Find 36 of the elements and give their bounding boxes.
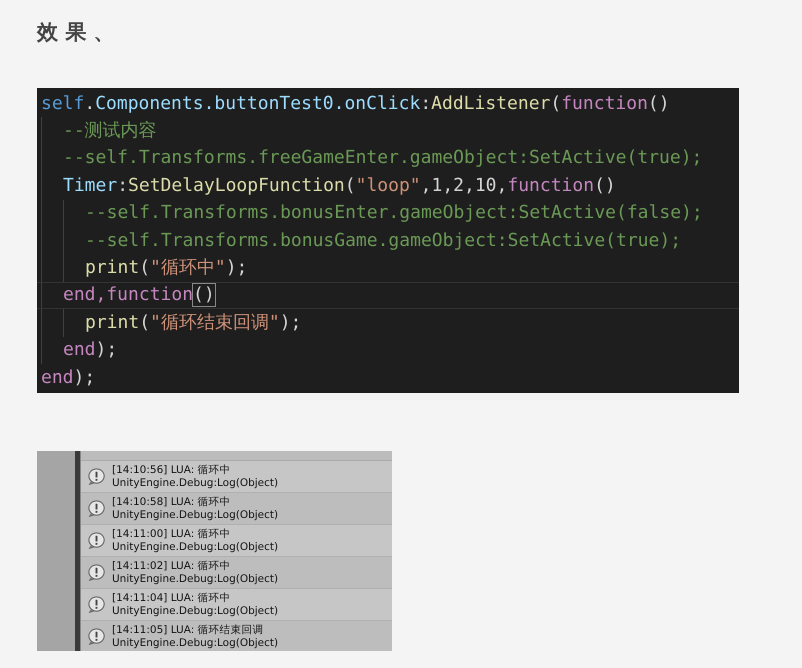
warning-icon bbox=[87, 499, 106, 518]
log-entry[interactable]: [14:10:56] LUA: 循环中 UnityEngine.Debug:Log(Object) bbox=[81, 461, 392, 494]
log-entry[interactable]: [14:10:58] LUA: 循环中 UnityEngine.Debug:Log(Object) bbox=[81, 493, 392, 526]
log-message: [14:11:05] LUA: 循环结束回调 bbox=[112, 624, 265, 637]
log-message: [14:10:58] LUA: 循环中 bbox=[112, 496, 232, 509]
log-trace: UnityEngine.Debug:Log(Object) bbox=[112, 540, 278, 554]
log-trace: UnityEngine.Debug:Log(Object) bbox=[112, 476, 278, 490]
code-line: Timer:SetDelayLoopFunction("loop",1,2,10,function() bbox=[63, 174, 616, 197]
log-trace: UnityEngine.Debug:Log(Object) bbox=[112, 604, 278, 618]
code-line: --self.Transforms.freeGameEnter.gameObject:SetActive(true); bbox=[63, 147, 702, 170]
log-trace: UnityEngine.Debug:Log(Object) bbox=[112, 572, 278, 586]
code-line: --self.Transforms.bonusGame.gameObject:SetActive(true); bbox=[85, 230, 682, 252]
log-entry[interactable]: [14:11:02] LUA: 循环中 UnityEngine.Debug:Log(Object) bbox=[81, 557, 392, 590]
section-heading: 效 果 、 bbox=[37, 19, 116, 46]
log-trace: UnityEngine.Debug:Log(Object) bbox=[112, 508, 278, 522]
warning-icon bbox=[87, 531, 106, 550]
code-line: end); bbox=[41, 366, 96, 389]
code-line: --self.Transforms.bonusEnter.gameObject:SetActive(false); bbox=[85, 202, 703, 224]
log-entry[interactable]: [14:11:04] LUA: 循环中 UnityEngine.Debug:Log(Object) bbox=[81, 589, 392, 622]
log-message: [14:11:00] LUA: 循环中 bbox=[112, 528, 232, 541]
log-message: [14:11:04] LUA: 循环中 bbox=[112, 592, 232, 605]
warning-icon bbox=[87, 627, 106, 646]
code-line: end); bbox=[63, 339, 118, 362]
log-message: [14:10:56] LUA: 循环中 bbox=[112, 464, 232, 477]
log-entry[interactable]: [14:11:05] LUA: 循环结束回调 UnityEngine.Debug:Log(Object) bbox=[81, 621, 392, 652]
code-line: --测试内容 bbox=[63, 120, 157, 142]
code-line: self.Components.buttonTest0.onClick:AddListener(function() bbox=[41, 92, 670, 115]
warning-icon bbox=[87, 467, 106, 486]
log-trace: UnityEngine.Debug:Log(Object) bbox=[112, 636, 278, 650]
code-line: print("循环中"); bbox=[85, 257, 248, 280]
log-message: [14:11:02] LUA: 循环中 bbox=[112, 560, 232, 573]
log-entry[interactable]: [14:11:00] LUA: 循环中 UnityEngine.Debug:Log(Object) bbox=[81, 525, 392, 558]
warning-icon bbox=[87, 563, 106, 582]
warning-icon bbox=[87, 595, 106, 614]
code-line: print("循环结束回调"); bbox=[85, 312, 302, 334]
code-line: end,function() bbox=[63, 284, 215, 306]
